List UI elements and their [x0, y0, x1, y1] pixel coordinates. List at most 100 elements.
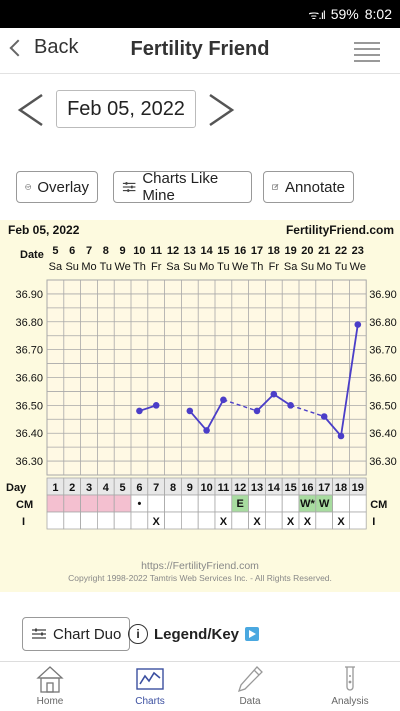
- tab-home-label: Home: [36, 696, 64, 707]
- legend-key-label: Legend/Key: [154, 625, 240, 643]
- weekday-label: Fr: [151, 261, 162, 273]
- temperature-point: [220, 396, 227, 404]
- date-label: 13: [184, 245, 196, 257]
- i-cell: [231, 511, 250, 530]
- weekday-label: Th: [133, 261, 146, 273]
- tab-data-label: Data: [239, 696, 261, 707]
- cm-row-label-right: CM: [370, 499, 387, 511]
- play-icon: [245, 627, 260, 641]
- chart-duo-label: Chart Duo: [53, 625, 122, 643]
- date-label: 19: [284, 245, 296, 257]
- cm-cell: [214, 494, 233, 513]
- tab-charts[interactable]: Charts: [100, 662, 200, 711]
- back-button[interactable]: Back: [8, 36, 78, 59]
- cm-cell: [80, 494, 98, 513]
- date-label: 21: [318, 245, 330, 257]
- annotate-label: Annotate: [284, 178, 345, 196]
- tab-home[interactable]: Home: [0, 662, 100, 711]
- i-cell: [264, 511, 283, 530]
- y-tick-right: 36.40: [369, 428, 397, 440]
- weekday-label: Mo: [81, 261, 96, 273]
- back-label: Back: [34, 36, 79, 58]
- overlay-label: Overlay: [37, 178, 89, 196]
- y-tick-left: 36.50: [15, 400, 43, 412]
- temperature-point: [152, 402, 160, 409]
- y-tick-right: 36.50: [369, 400, 397, 412]
- info-icon: i: [128, 624, 148, 644]
- date-label: 8: [103, 245, 109, 257]
- chart-duo-button[interactable]: Chart Duo: [22, 617, 131, 651]
- temperature-point: [354, 321, 362, 328]
- chevron-left-icon: [9, 39, 27, 56]
- cm-value: E: [237, 498, 244, 510]
- cm-cell: [113, 494, 132, 513]
- chart-icon: [136, 668, 164, 690]
- day-number: 13: [251, 482, 263, 494]
- clock: 8:02: [364, 6, 392, 22]
- intercourse-mark: X: [337, 516, 345, 528]
- weekday-label: We: [114, 261, 130, 273]
- i-row-label-right: I: [372, 516, 375, 528]
- day-number: 12: [234, 482, 246, 494]
- cm-cell: [348, 494, 367, 513]
- day-number: 6: [136, 482, 142, 494]
- chart-brand: FertilityFriend.com: [286, 223, 394, 237]
- cm-cell: [248, 494, 266, 513]
- i-row-label: I: [22, 516, 25, 528]
- y-tick-right: 36.60: [369, 373, 397, 385]
- cm-cell: [63, 494, 81, 513]
- chart-svg: Feb 05, 2022 FertilityFriend.comDate 5Sa6S…: [6, 223, 397, 583]
- date-label: 7: [86, 245, 92, 257]
- date-field[interactable]: Feb 05, 2022: [56, 90, 196, 128]
- y-tick-left: 36.40: [15, 428, 43, 440]
- y-tick-right: 36.80: [369, 317, 397, 329]
- cm-cell: [164, 494, 182, 513]
- charts-like-mine-button[interactable]: Charts Like Mine: [113, 170, 252, 204]
- y-tick-left: 36.80: [15, 317, 43, 329]
- date-label: 16: [234, 245, 246, 257]
- temperature-point: [320, 413, 328, 420]
- annotate-button[interactable]: Annotate: [263, 171, 354, 203]
- cm-value: W: [319, 498, 330, 510]
- weekday-label: Fr: [269, 261, 280, 273]
- cm-row-label: CM: [16, 499, 33, 511]
- y-tick-right: 36.70: [369, 345, 397, 357]
- cm-cell: [46, 494, 65, 513]
- weekday-label: Mo: [199, 261, 214, 273]
- temperature-point: [203, 427, 210, 434]
- temperature-point: [253, 407, 261, 415]
- day-row-label: Day: [6, 482, 27, 494]
- y-tick-right: 36.30: [369, 456, 397, 468]
- intercourse-mark: X: [253, 516, 261, 528]
- y-tick-left: 36.90: [15, 289, 43, 301]
- weekday-label: We: [232, 261, 248, 273]
- date-label: 11: [150, 245, 162, 257]
- tab-analysis[interactable]: Analysis: [300, 662, 400, 711]
- intercourse-mark: X: [220, 516, 228, 528]
- i-cell: [63, 511, 81, 530]
- overlay-icon: [25, 184, 32, 190]
- date-label: 20: [301, 245, 313, 257]
- previous-date-button[interactable]: [16, 92, 46, 128]
- date-label: 23: [352, 245, 364, 257]
- date-label: 9: [120, 245, 126, 257]
- tab-data[interactable]: Data: [200, 662, 300, 711]
- sliders-icon: [32, 628, 46, 639]
- menu-icon[interactable]: [354, 42, 380, 66]
- i-cell: [164, 511, 182, 530]
- chart-title: Feb 05, 2022: [8, 223, 80, 237]
- next-date-button[interactable]: [206, 92, 236, 128]
- i-cell: [315, 511, 333, 530]
- intercourse-mark: X: [304, 516, 312, 528]
- temperature-point: [337, 432, 345, 440]
- legend-key-link[interactable]: i Legend/Key: [128, 617, 260, 651]
- intercourse-mark: X: [153, 516, 161, 528]
- day-number: 4: [103, 482, 110, 494]
- pencil-icon: [237, 666, 263, 693]
- i-cell: [348, 511, 367, 530]
- fertility-chart: Feb 05, 2022 FertilityFriend.com Date 5 Sa 6 S…: [0, 220, 400, 592]
- weekday-label: Sa: [166, 261, 180, 273]
- weekday-label: Su: [65, 261, 78, 273]
- overlay-button[interactable]: Overlay: [16, 171, 98, 203]
- date-label: 12: [167, 245, 179, 257]
